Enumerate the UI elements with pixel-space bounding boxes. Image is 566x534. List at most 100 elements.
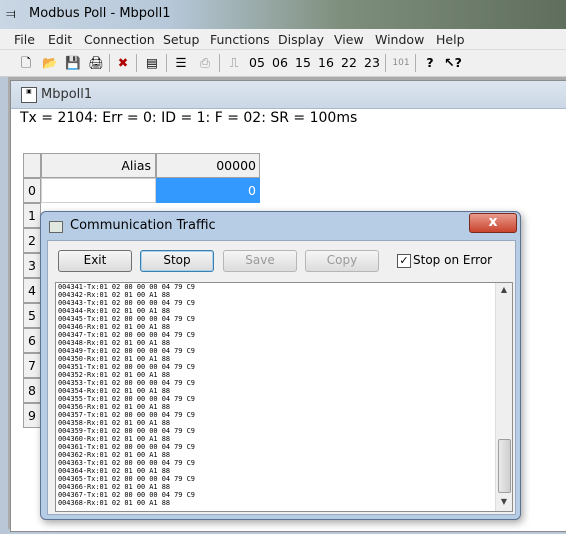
copy-button[interactable]: Copy [305, 250, 379, 272]
document-title-bar: ▣ Mbpoll1 [11, 81, 566, 109]
help-icon[interactable]: ? [421, 53, 439, 73]
log-line: 004346-Rx:01 02 01 00 A1 88 [58, 323, 171, 331]
menu-view[interactable]: View [334, 32, 364, 47]
row-header: 5 [23, 303, 41, 328]
save-icon[interactable]: 💾 [63, 53, 83, 73]
row-header: 6 [23, 328, 41, 353]
log-line: 004353-Tx:01 02 00 00 00 04 79 C9 [58, 379, 195, 387]
log-line: 004348-Rx:01 02 01 00 A1 88 [58, 339, 171, 347]
toolbar-separator [109, 54, 110, 72]
log-line: 004365-Tx:01 02 00 00 00 04 79 C9 [58, 475, 195, 483]
row-header: 9 [23, 403, 41, 428]
log-line: 004357-Tx:01 02 00 00 00 04 79 C9 [58, 411, 195, 419]
document-title: Mbpoll1 [41, 87, 93, 102]
context-help-icon[interactable]: ↖? [443, 53, 463, 73]
log-line: 004345-Tx:01 02 00 00 00 04 79 C9 [58, 315, 195, 323]
stop-on-error-checkbox[interactable]: ✓ [397, 254, 411, 268]
log-line: 004354-Rx:01 02 01 00 A1 88 [58, 387, 171, 395]
function-23-button[interactable]: 23 [363, 53, 381, 73]
function-06-button[interactable]: 06 [271, 53, 289, 73]
menu-window[interactable]: Window [375, 32, 424, 47]
log-line: 004360-Rx:01 02 01 00 A1 88 [58, 435, 171, 443]
status-line: Tx = 2104: Err = 0: ID = 1: F = 02: SR =… [20, 110, 358, 126]
traffic-log-lines: 004341-Tx:01 02 00 00 00 04 79 C9 004342-… [58, 283, 195, 507]
row-header: 0 [23, 178, 41, 203]
log-line: 004351-Tx:01 02 00 00 00 04 79 C9 [58, 363, 195, 371]
log-line: 004356-Rx:01 02 01 00 A1 88 [58, 403, 171, 411]
exit-button[interactable]: Exit [58, 250, 132, 272]
log-scrollbar[interactable]: ▲ ▼ [495, 283, 512, 511]
print-icon[interactable]: 🖨 [86, 53, 106, 73]
alias-cell[interactable] [41, 178, 156, 203]
dialog-body: Exit Stop Save Copy ✓ Stop on Error 0043… [47, 240, 516, 515]
log-line: 004364-Rx:01 02 01 00 A1 88 [58, 467, 171, 475]
window-icon [49, 221, 63, 233]
scroll-thumb[interactable] [498, 439, 511, 493]
app-title: Modbus Poll - Mbpoll1 [29, 6, 171, 21]
function-101-button[interactable]: 101 [390, 53, 412, 73]
app-title-bar: ⫤ Modbus Poll - Mbpoll1 [0, 0, 566, 29]
row-header: 8 [23, 378, 41, 403]
log-line: 004350-Rx:01 02 01 00 A1 88 [58, 355, 171, 363]
function-16-button[interactable]: 16 [317, 53, 335, 73]
save-button[interactable]: Save [223, 250, 297, 272]
disconnect-icon[interactable]: ⎙ [195, 53, 215, 73]
row-header: 3 [23, 253, 41, 278]
log-line: 004359-Tx:01 02 00 00 00 04 79 C9 [58, 427, 195, 435]
connect-icon[interactable]: ☰ [171, 53, 191, 73]
dialog-title: Communication Traffic [70, 218, 216, 233]
menu-functions[interactable]: Functions [210, 32, 270, 47]
function-15-button[interactable]: 15 [294, 53, 312, 73]
grid-corner [23, 153, 41, 178]
log-line: 004362-Rx:01 02 01 00 A1 88 [58, 451, 171, 459]
log-line: 004342-Rx:01 02 01 00 A1 88 [58, 291, 171, 299]
open-icon[interactable]: 📂 [40, 53, 60, 73]
menu-edit[interactable]: Edit [48, 32, 72, 47]
scroll-down-icon[interactable]: ▼ [496, 497, 512, 509]
menu-help[interactable]: Help [436, 32, 465, 47]
menu-bar: File Edit Connection Setup Functions Dis… [0, 29, 566, 50]
menu-setup[interactable]: Setup [163, 32, 199, 47]
log-line: 004367-Tx:01 02 00 00 00 04 79 C9 [58, 491, 195, 499]
log-line: 004361-Tx:01 02 00 00 00 04 79 C9 [58, 443, 195, 451]
menu-file[interactable]: File [14, 32, 35, 47]
close-button[interactable]: x [469, 213, 517, 233]
stop-on-error-label: Stop on Error [413, 253, 493, 267]
checkmark-icon: ✓ [399, 254, 409, 267]
log-line: 004366-Rx:01 02 01 00 A1 88 [58, 483, 171, 491]
row-header: 4 [23, 278, 41, 303]
traffic-log[interactable]: 004341-Tx:01 02 00 00 00 04 79 C9 004342-… [55, 282, 513, 512]
row-header: 2 [23, 228, 41, 253]
toolbar-separator [136, 54, 137, 72]
row-header: 1 [23, 203, 41, 228]
value-cell-selected[interactable]: 0 [156, 178, 260, 203]
function-05-button[interactable]: 05 [248, 53, 266, 73]
menu-display[interactable]: Display [278, 32, 324, 47]
communication-traffic-dialog: Communication Traffic x Exit Stop Save C… [40, 211, 521, 520]
log-line: 004363-Tx:01 02 00 00 00 04 79 C9 [58, 459, 195, 467]
pulse-icon[interactable]: ⎍ [225, 53, 243, 73]
log-line: 004344-Rx:01 02 01 00 A1 88 [58, 307, 171, 315]
modbus-app-icon: ⫤ [6, 7, 16, 22]
toolbar-separator [166, 54, 167, 72]
log-line: 004347-Tx:01 02 00 00 00 04 79 C9 [58, 331, 195, 339]
toolbar: 🗋 📂 💾 🖨 ✖ ▤ ☰ ⎙ ⎍ 05 06 15 16 22 23 101 … [0, 50, 566, 77]
new-icon[interactable]: 🗋 [16, 53, 36, 73]
log-line: 004358-Rx:01 02 01 00 A1 88 [58, 419, 171, 427]
alias-column-header: Alias [41, 153, 156, 178]
log-line: 004343-Tx:01 02 00 00 00 04 79 C9 [58, 299, 195, 307]
log-line: 004368-Rx:01 02 01 00 A1 88 [58, 499, 171, 507]
stop-button[interactable]: Stop [140, 250, 214, 272]
delete-icon[interactable]: ✖ [113, 53, 133, 73]
scroll-up-icon[interactable]: ▲ [496, 285, 512, 297]
log-line: 004352-Rx:01 02 01 00 A1 88 [58, 371, 171, 379]
toolbar-separator [415, 54, 416, 72]
toolbar-separator [219, 54, 220, 72]
menu-connection[interactable]: Connection [84, 32, 155, 47]
window-icon[interactable]: ▤ [142, 53, 162, 73]
address-column-header: 00000 [156, 153, 260, 178]
document-icon: ▣ [21, 87, 37, 103]
log-line: 004349-Tx:01 02 00 00 00 04 79 C9 [58, 347, 195, 355]
function-22-button[interactable]: 22 [340, 53, 358, 73]
toolbar-separator [385, 54, 386, 72]
